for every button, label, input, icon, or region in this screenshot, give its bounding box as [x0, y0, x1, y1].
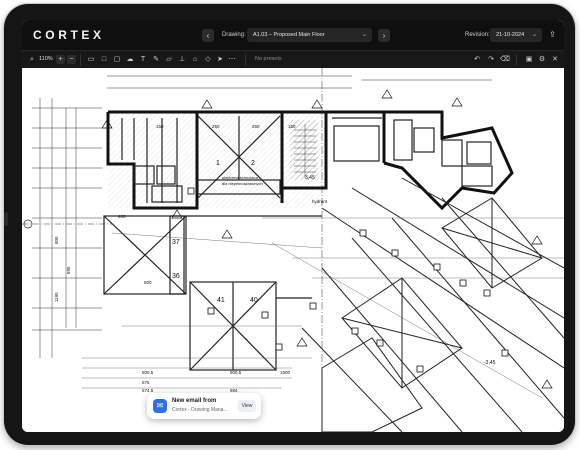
toolbar-divider	[80, 54, 81, 66]
lower-rooms	[103, 215, 322, 371]
annotation-toolbar: ⌕ 110% + − ▭ □ ▢ ☁ T ✎ ▱ ⊥ ⌂ ◇ ➤ ⋯ No pr…	[22, 50, 564, 69]
drawing-canvas[interactable]: 1 2 41 40 37 36 platforma schodowa dla n…	[22, 68, 564, 432]
more-icon[interactable]: ⋯	[227, 55, 237, 65]
drawing-label: Drawing:	[222, 32, 246, 38]
save-icon[interactable]: ▣	[524, 55, 534, 65]
search-icon[interactable]: ⌕	[27, 55, 37, 65]
room-number-label: 36	[172, 273, 180, 280]
toast-title: New email from	[172, 398, 217, 404]
dimension-text: 150	[288, 124, 296, 129]
dimension-text: 500.5	[142, 370, 154, 375]
stair-platform-note: platforma schodowa	[222, 175, 259, 180]
room-number-label: 41	[217, 297, 225, 304]
level-marker: -3,45	[484, 360, 496, 366]
floor-plan-drawing: 1 2 41 40 37 36 platforma schodowa dla n…	[22, 68, 564, 432]
hydrant-label: hydrant	[312, 199, 328, 204]
previous-drawing-button[interactable]: ‹	[202, 29, 214, 42]
dimension-text: 900.5	[230, 370, 242, 375]
diagonal-wing	[301, 177, 564, 432]
toolbar-divider	[516, 54, 517, 66]
dimension-text: 250	[252, 124, 260, 129]
tablet-device: CORTEX ‹ Drawing: A1.03 – Proposed Main …	[4, 4, 575, 445]
undo-icon[interactable]: ↶	[472, 55, 482, 65]
text-icon[interactable]: T	[138, 55, 148, 65]
stair-core-hatch	[290, 120, 318, 180]
revision-select[interactable]: 21-10-2024 ⌄	[490, 28, 542, 42]
dimension-text: 500	[144, 280, 152, 285]
pointer-icon[interactable]: ➤	[215, 55, 225, 65]
next-drawing-button[interactable]: ›	[378, 29, 390, 42]
dimension-text: 695	[66, 266, 71, 274]
dimension-text: 675	[142, 380, 150, 385]
top-bar: CORTEX ‹ Drawing: A1.03 – Proposed Main …	[22, 20, 564, 50]
share-icon[interactable]: ⇪	[547, 29, 558, 41]
pen-icon[interactable]: ✎	[151, 55, 161, 65]
room-number-label: 40	[250, 297, 258, 304]
zoom-level[interactable]: 110%	[39, 56, 53, 62]
stair-platform-note: dla niepełnosprawnych	[222, 181, 263, 186]
chevron-left-icon: ‹	[206, 31, 210, 40]
tablet-side-button	[4, 212, 8, 226]
chevron-right-icon: ›	[382, 31, 386, 40]
measure-icon[interactable]: ⌂	[190, 55, 200, 65]
revision-select-value: 21-10-2024	[496, 32, 525, 38]
room-number-label: 37	[172, 239, 180, 246]
toolbar-divider	[245, 54, 246, 66]
dimension-text: 1195	[54, 292, 59, 302]
chevron-down-icon: ⌄	[531, 32, 537, 38]
redo-icon[interactable]: ↷	[486, 55, 496, 65]
dimension-text: 1500	[280, 370, 291, 375]
chevron-down-icon: ⌄	[361, 32, 367, 38]
dimension-text: 250	[212, 124, 220, 129]
room-number-label: 2	[251, 160, 255, 167]
email-notification-toast[interactable]: ✉ New email from Cortex - Drawing Mana..…	[147, 393, 261, 419]
settings-icon[interactable]: ⚙	[537, 55, 547, 65]
trash-icon[interactable]: ✕	[550, 55, 560, 65]
app-logo: CORTEX	[33, 28, 105, 42]
presets-dropdown[interactable]: No presets	[255, 56, 282, 62]
level-marker: 3,45	[305, 175, 315, 181]
zoom-in-button[interactable]: +	[56, 55, 65, 64]
dimension-text: 400	[118, 214, 126, 219]
highlighter-icon[interactable]: ▱	[164, 55, 174, 65]
drawing-select-value: A1.03 – Proposed Main Floor	[253, 32, 325, 38]
dimension-text: 150	[156, 124, 164, 129]
drawing-select[interactable]: A1.03 – Proposed Main Floor ⌄	[247, 28, 372, 42]
comment-icon[interactable]: ▭	[86, 55, 96, 65]
left-dimension-lines	[22, 98, 112, 358]
toast-view-button[interactable]: View	[238, 400, 256, 412]
app-screen: CORTEX ‹ Drawing: A1.03 – Proposed Main …	[22, 20, 564, 432]
callout-icon[interactable]: ◇	[203, 55, 213, 65]
square-icon[interactable]: □	[99, 55, 109, 65]
toast-body: Cortex - Drawing Mana...	[172, 407, 228, 413]
mail-icon: ✉	[153, 399, 167, 413]
revision-label: Revision:	[465, 32, 490, 38]
room-number-label: 1	[216, 160, 220, 167]
rectangle-icon[interactable]: ▢	[112, 55, 122, 65]
eraser-icon[interactable]: ⌫	[500, 55, 510, 65]
dimension-text: 805	[54, 236, 59, 244]
stamp-icon[interactable]: ⊥	[177, 55, 187, 65]
zoom-out-button[interactable]: −	[67, 55, 76, 64]
cloud-icon[interactable]: ☁	[125, 55, 135, 65]
